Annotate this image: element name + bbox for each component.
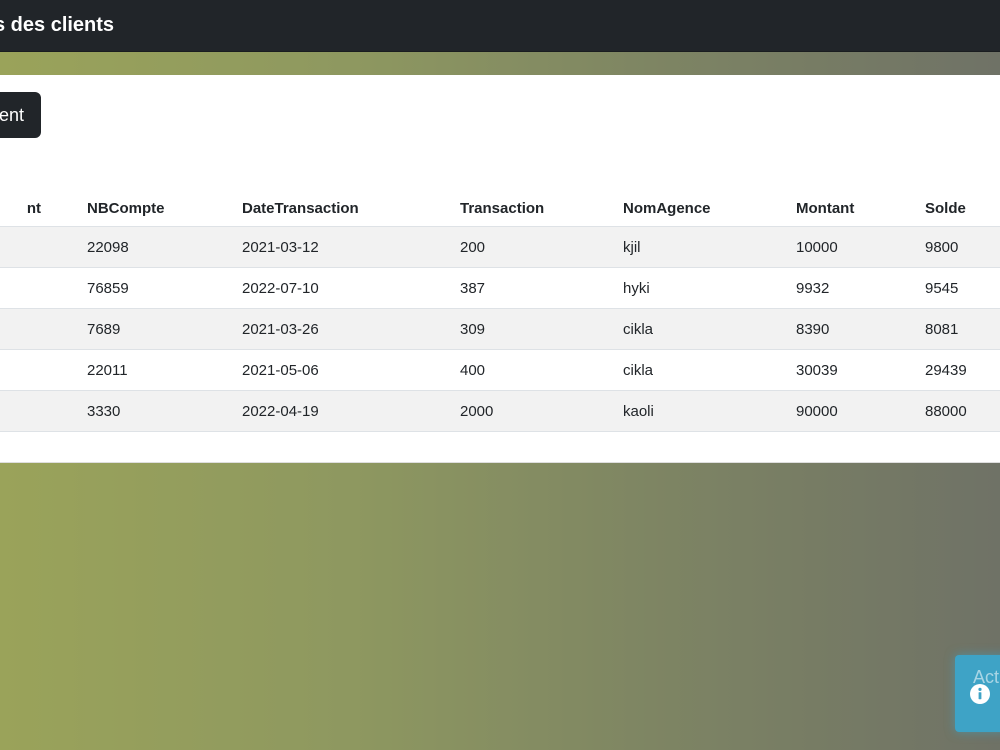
table-cell: 2021-05-06 xyxy=(242,349,460,391)
info-icon xyxy=(970,684,990,704)
transactions-table: nt NBCompte DateTransaction Transaction … xyxy=(0,190,1000,432)
table-cell: 2021-03-12 xyxy=(242,226,460,268)
table-cell: 9800 xyxy=(925,226,1000,268)
table-cell: 8081 xyxy=(925,308,1000,350)
table-cell: kaoli xyxy=(623,390,796,432)
table-cell: 7689 xyxy=(87,308,242,350)
table-cell: 29439 xyxy=(925,349,1000,391)
table-cell: 387 xyxy=(460,267,623,309)
table-cell: 30039 xyxy=(796,349,925,391)
table-cell xyxy=(0,390,87,432)
table-cell: hyki xyxy=(623,267,796,309)
table-cell xyxy=(0,349,87,391)
page-title: s des clients xyxy=(0,14,115,36)
table-cell: 22098 xyxy=(87,226,242,268)
add-client-button-label: ent xyxy=(0,105,24,125)
table-cell: cikla xyxy=(623,349,796,391)
table-cell: 400 xyxy=(460,349,623,391)
column-header[interactable]: nt xyxy=(0,190,87,227)
column-header-datetransaction[interactable]: DateTransaction xyxy=(242,190,460,227)
table-cell: 3330 xyxy=(87,390,242,432)
table-cell xyxy=(0,267,87,309)
table-cell: kjil xyxy=(623,226,796,268)
table-cell: 10000 xyxy=(796,226,925,268)
content-panel: ent nt NBCompte DateTransaction Transact… xyxy=(0,75,1000,463)
table-cell: 200 xyxy=(460,226,623,268)
table-cell: 22011 xyxy=(87,349,242,391)
table-cell: 88000 xyxy=(925,390,1000,432)
column-header-solde[interactable]: Solde xyxy=(925,190,1000,227)
table-cell: 9545 xyxy=(925,267,1000,309)
column-header-nomagence[interactable]: NomAgence xyxy=(623,190,796,227)
table-header-row: nt NBCompte DateTransaction Transaction … xyxy=(0,190,1000,227)
table-cell: 8390 xyxy=(796,308,925,350)
column-header-nbcompte[interactable]: NBCompte xyxy=(87,190,242,227)
table-cell: 76859 xyxy=(87,267,242,309)
table-row[interactable]: 76859 2022-07-10 387 hyki 9932 9545 xyxy=(0,267,1000,309)
table-cell: 2021-03-26 xyxy=(242,308,460,350)
top-navbar: s des clients xyxy=(0,0,1000,52)
table-cell: cikla xyxy=(623,308,796,350)
table-cell: 2022-07-10 xyxy=(242,267,460,309)
table-cell: 2022-04-19 xyxy=(242,390,460,432)
table-cell: 9932 xyxy=(796,267,925,309)
table-cell: 309 xyxy=(460,308,623,350)
add-client-button[interactable]: ent xyxy=(0,92,41,138)
table-cell xyxy=(0,226,87,268)
column-header-transaction[interactable]: Transaction xyxy=(460,190,623,227)
column-header-montant[interactable]: Montant xyxy=(796,190,925,227)
table-cell: 90000 xyxy=(796,390,925,432)
table-row[interactable]: 22098 2021-03-12 200 kjil 10000 9800 xyxy=(0,226,1000,268)
table-row[interactable]: 22011 2021-05-06 400 cikla 30039 29439 xyxy=(0,349,1000,391)
activate-windows-widget[interactable]: Act xyxy=(955,655,1000,732)
table-row[interactable]: 7689 2021-03-26 309 cikla 8390 8081 xyxy=(0,308,1000,350)
table-cell: 2000 xyxy=(460,390,623,432)
table-row[interactable]: 3330 2022-04-19 2000 kaoli 90000 88000 xyxy=(0,390,1000,432)
table-cell xyxy=(0,308,87,350)
